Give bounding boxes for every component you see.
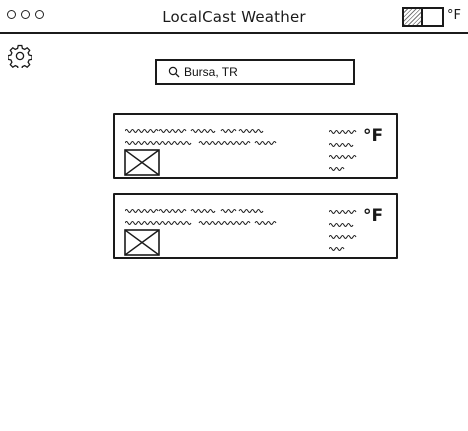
- search-input[interactable]: Bursa, TR: [155, 59, 355, 85]
- placeholder-text-line: [329, 155, 357, 159]
- weather-card[interactable]: °F: [113, 193, 398, 259]
- gear-icon[interactable]: [8, 44, 32, 68]
- placeholder-text-line: [329, 223, 354, 227]
- placeholder-text-line: [329, 235, 357, 239]
- placeholder-text-line: [125, 141, 277, 145]
- placeholder-text-line: [329, 167, 345, 171]
- placeholder-text-line: [329, 130, 357, 134]
- app-title: LocalCast Weather: [162, 8, 306, 26]
- temperature-unit: °F: [363, 126, 384, 146]
- search-input-value: Bursa, TR: [184, 65, 238, 79]
- placeholder-text-line: [125, 209, 264, 213]
- weather-card[interactable]: °F: [113, 113, 398, 179]
- placeholder-text-line: [329, 210, 357, 214]
- image-placeholder-icon: [124, 149, 160, 176]
- placeholder-text-line: [329, 143, 354, 147]
- temperature-unit: °F: [363, 206, 384, 226]
- search-icon: [168, 66, 180, 78]
- placeholder-text-line: [125, 221, 277, 225]
- unit-toggle-fahrenheit-side[interactable]: [423, 9, 442, 25]
- image-placeholder-icon: [124, 229, 160, 256]
- unit-label: °F: [447, 8, 461, 23]
- placeholder-text-line: [329, 247, 345, 251]
- unit-toggle[interactable]: [402, 7, 444, 27]
- app-window: LocalCast Weather °F Bursa, TR °F °F: [0, 0, 468, 431]
- placeholder-text-line: [125, 129, 264, 133]
- title-bar: LocalCast Weather °F: [0, 0, 468, 34]
- unit-toggle-celsius-side[interactable]: [404, 9, 423, 25]
